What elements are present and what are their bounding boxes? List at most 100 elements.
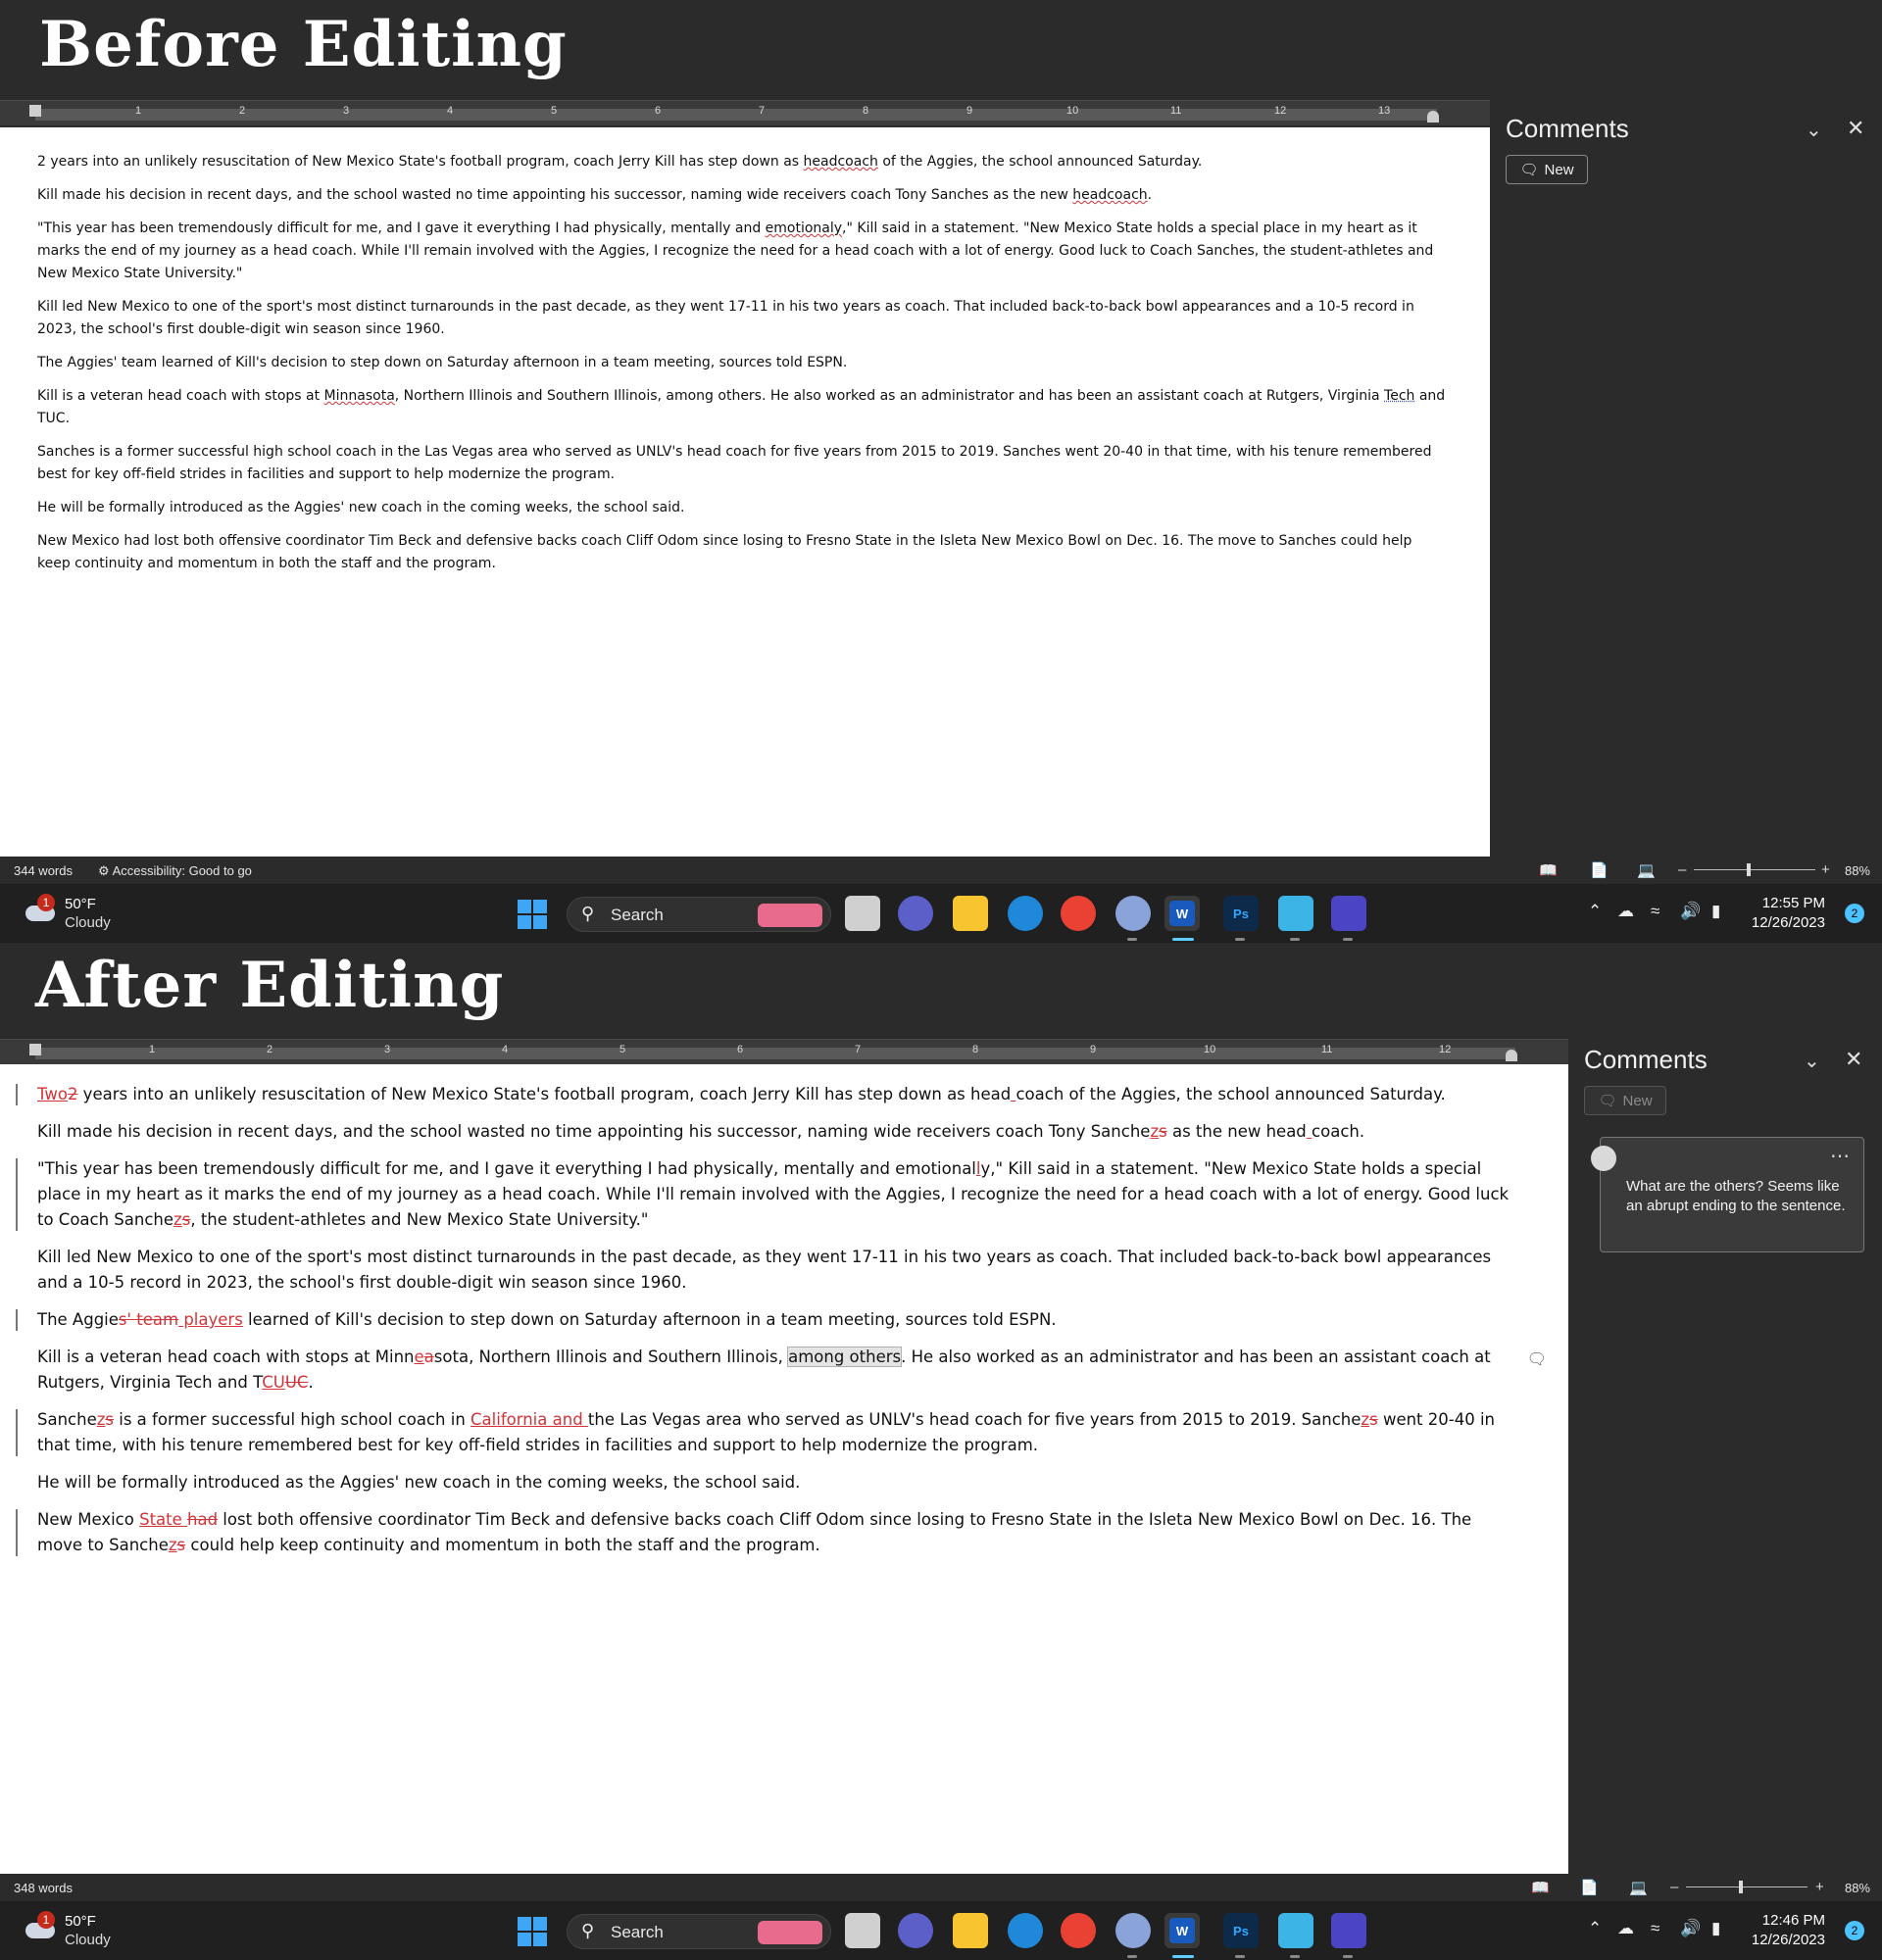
comments-title: Comments [1506,114,1629,143]
taskbar-search[interactable]: ⚲ Search [567,1914,831,1949]
app-mascot-icon[interactable] [1115,1913,1151,1948]
battery-icon[interactable]: ▮ [1711,902,1720,921]
taskbar-search[interactable]: ⚲ Search [567,897,831,932]
volume-icon[interactable]: 🔊 [1680,1919,1701,1938]
word-icon[interactable]: W [1164,896,1200,931]
notification-badge[interactable]: 2 [1845,904,1864,923]
chevron-up-icon[interactable]: ⌃ [1588,1919,1602,1938]
indent-marker[interactable] [29,1044,41,1055]
photoshop-icon[interactable]: Ps [1223,896,1259,931]
accessibility-status[interactable]: ⚙ Accessibility: Good to go [98,863,252,879]
task-view-icon[interactable] [845,1913,880,1948]
paragraph-6[interactable]: Kill is a veteran head coach with stops … [0,1345,1568,1396]
right-indent-marker[interactable] [1506,1050,1517,1061]
snipping-tool-icon[interactable] [1331,1913,1366,1948]
zoom-in-icon[interactable]: + [1815,1879,1824,1895]
read-mode-icon[interactable]: 📖 [1531,1879,1550,1896]
start-button[interactable] [518,900,547,929]
wifi-icon[interactable]: ≈ [1651,1919,1659,1938]
onedrive-icon[interactable]: ☁ [1617,1919,1634,1938]
comment-marker-icon[interactable]: 🗨 [1527,1347,1547,1372]
word-count[interactable]: 344 words [14,863,73,878]
paragraph-7[interactable]: Sanchezs is a former successful high sch… [0,1407,1568,1458]
paragraph-6[interactable]: Kill is a veteran head coach with stops … [0,385,1490,430]
zoom-slider[interactable] [1747,863,1751,876]
paragraph-5[interactable]: The Aggies' team learned of Kill's decis… [0,352,1490,374]
more-options-icon[interactable]: ⋯ [1830,1144,1850,1168]
wifi-icon[interactable]: ≈ [1651,902,1659,921]
close-icon[interactable]: ✕ [1845,1047,1862,1072]
chevron-down-icon[interactable]: ⌄ [1804,1049,1820,1073]
print-layout-icon[interactable]: 📄 [1580,1879,1599,1896]
paragraph-2[interactable]: Kill made his decision in recent days, a… [0,1119,1568,1145]
edge-icon[interactable] [1008,1913,1043,1948]
paragraph-3[interactable]: "This year has been tremendously difficu… [0,218,1490,285]
horizontal-ruler[interactable]: 1 2 3 4 5 6 7 8 9 10 11 12 13 [0,100,1490,125]
zoom-slider[interactable] [1739,1881,1743,1893]
print-layout-icon[interactable]: 📄 [1590,861,1609,879]
notepad-icon[interactable] [1278,1913,1313,1948]
paragraph-3[interactable]: "This year has been tremendously difficu… [0,1156,1568,1233]
comments-pane: Comments ⌄ ✕ 🗨 New [1490,100,1882,857]
accessibility-icon: ⚙ [98,863,113,878]
teams-chat-icon[interactable] [898,896,933,931]
onedrive-icon[interactable]: ☁ [1617,902,1634,921]
indent-marker[interactable] [29,105,41,117]
battery-icon[interactable]: ▮ [1711,1919,1720,1938]
clock[interactable]: 12:46 PM 12/26/2023 [1752,1911,1825,1950]
paragraph-1[interactable]: Two2 years into an unlikely resuscitatio… [0,1082,1568,1107]
volume-icon[interactable]: 🔊 [1680,902,1701,921]
teams-chat-icon[interactable] [898,1913,933,1948]
zoom-out-icon[interactable]: – [1670,1879,1678,1895]
zoom-out-icon[interactable]: – [1678,861,1686,878]
paragraph-2[interactable]: Kill made his decision in recent days, a… [0,184,1490,207]
chevron-up-icon[interactable]: ⌃ [1588,902,1602,921]
paragraph-8[interactable]: He will be formally introduced as the Ag… [0,1470,1568,1495]
horizontal-ruler[interactable]: 1 2 3 4 5 6 7 8 9 10 11 12 [0,1039,1568,1064]
task-view-icon[interactable] [845,896,880,931]
paragraph-1[interactable]: 2 years into an unlikely resuscitation o… [0,151,1490,173]
edge-icon[interactable] [1008,896,1043,931]
paragraph-5[interactable]: The Aggies' team players learned of Kill… [0,1307,1568,1333]
before-heading: Before Editing [39,8,568,81]
word-icon[interactable]: W [1164,1913,1200,1948]
close-icon[interactable]: ✕ [1847,116,1864,141]
paragraph-9[interactable]: New Mexico had lost both offensive coord… [0,530,1490,575]
file-explorer-icon[interactable] [953,896,988,931]
snipping-tool-icon[interactable] [1331,896,1366,931]
chevron-down-icon[interactable]: ⌄ [1806,118,1822,142]
start-button[interactable] [518,1917,547,1946]
web-layout-icon[interactable]: 💻 [1629,1879,1648,1896]
search-icon: ⚲ [581,904,595,923]
right-indent-marker[interactable] [1427,111,1439,122]
zoom-in-icon[interactable]: + [1821,861,1830,878]
paragraph-8[interactable]: He will be formally introduced as the Ag… [0,497,1490,519]
new-comment-button[interactable]: 🗨 New [1584,1086,1666,1115]
photoshop-icon[interactable]: Ps [1223,1913,1259,1948]
read-mode-icon[interactable]: 📖 [1539,861,1558,879]
clock[interactable]: 12:55 PM 12/26/2023 [1752,894,1825,933]
word-count[interactable]: 348 words [14,1881,73,1895]
paragraph-4[interactable]: Kill led New Mexico to one of the sport'… [0,1245,1568,1296]
weather-widget[interactable]: 1 50°F Cloudy [22,1911,139,1950]
comment-card[interactable]: ⋯ What are the others? Seems like an abr… [1591,1137,1864,1252]
chrome-icon[interactable] [1061,896,1096,931]
zoom-level[interactable]: 88% [1845,1881,1870,1895]
web-layout-icon[interactable]: 💻 [1637,861,1656,879]
weather-widget[interactable]: 1 50°F Cloudy [22,894,139,933]
app-mascot-icon[interactable] [1115,896,1151,931]
document-page[interactable]: 2 years into an unlikely resuscitation o… [0,127,1490,857]
notification-badge[interactable]: 2 [1845,1921,1864,1940]
paragraph-7[interactable]: Sanches is a former successful high scho… [0,441,1490,486]
chrome-icon[interactable] [1061,1913,1096,1948]
paragraph-4[interactable]: Kill led New Mexico to one of the sport'… [0,296,1490,341]
comment-icon: 🗨 [1519,162,1539,178]
new-comment-button[interactable]: 🗨 New [1506,155,1588,184]
zoom-level[interactable]: 88% [1845,863,1870,878]
comments-title: Comments [1584,1045,1708,1074]
paragraph-9[interactable]: New Mexico State had lost both offensive… [0,1507,1568,1558]
notepad-icon[interactable] [1278,896,1313,931]
document-page[interactable]: Two2 years into an unlikely resuscitatio… [0,1064,1568,1874]
commented-text[interactable]: among others [787,1347,903,1367]
file-explorer-icon[interactable] [953,1913,988,1948]
